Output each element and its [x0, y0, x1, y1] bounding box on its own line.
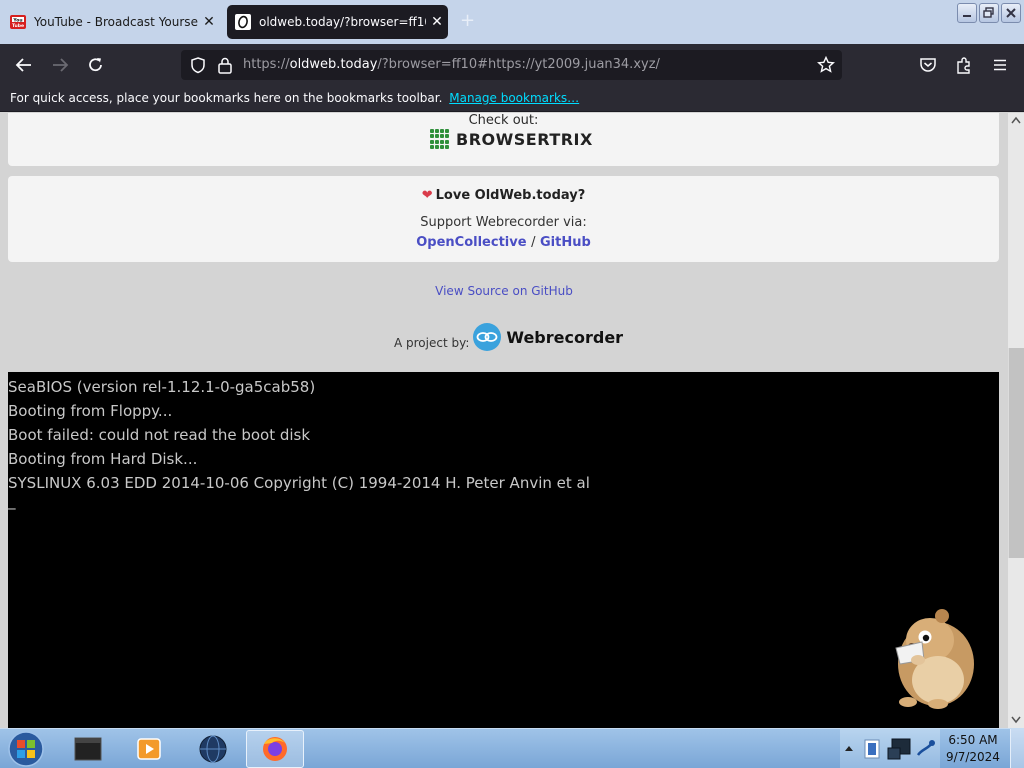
system-tray	[840, 729, 940, 768]
window-controls	[957, 3, 1021, 23]
taskbar: 6:50 AM 9/7/2024	[0, 728, 1024, 768]
project-by-label: A project by:	[394, 336, 470, 350]
love-text: Love OldWeb.today?	[435, 188, 586, 203]
taskbar-app-media-player[interactable]	[120, 730, 178, 768]
svg-text:You: You	[12, 17, 22, 23]
reload-button[interactable]	[83, 52, 109, 78]
shield-icon[interactable]	[189, 56, 207, 74]
tab-oldweb[interactable]: oldweb.today/?browser=ff10#https://yt200…	[227, 5, 448, 39]
project-by: A project by: Webrecorder	[394, 323, 623, 351]
oldweb-favicon-icon	[235, 14, 251, 30]
new-tab-button[interactable]: +	[460, 10, 475, 31]
webrecorder-logo-icon[interactable]	[473, 323, 502, 351]
puzzle-icon	[957, 57, 970, 74]
menu-button[interactable]	[987, 52, 1013, 78]
pocket-button[interactable]	[915, 52, 941, 78]
address-bar[interactable]: https://oldweb.today/?browser=ff10#https…	[181, 50, 842, 80]
show-desktop-button[interactable]	[1010, 729, 1024, 768]
support-text: Support Webrecorder via:	[420, 215, 587, 230]
taskbar-app-firefox[interactable]	[246, 730, 304, 768]
view-source-link[interactable]: View Source on GitHub	[0, 284, 1008, 298]
close-tab-icon[interactable]: ✕	[198, 14, 220, 30]
windows-orb-icon	[8, 731, 44, 767]
link-separator: /	[531, 235, 536, 250]
check-out-label: Check out:	[468, 113, 539, 128]
forward-button[interactable]	[47, 52, 73, 78]
globe-app-icon	[199, 735, 227, 763]
forward-arrow-icon	[53, 58, 69, 72]
url-path: /?browser=ff10#https://yt2009.juan34.xyz…	[377, 57, 660, 72]
page-content: Check out: BROWSERTRIX ❤ Love OldWeb.toda…	[0, 113, 1008, 728]
browsertrix-logo[interactable]: BROWSERTRIX	[430, 129, 593, 149]
github-link[interactable]: GitHub	[540, 235, 591, 250]
taskbar-app-globe[interactable]	[184, 730, 242, 768]
reload-icon	[89, 58, 102, 72]
support-links: OpenCollective / GitHub	[8, 235, 999, 250]
taskbar-clock[interactable]: 6:50 AM 9/7/2024	[940, 732, 1006, 766]
close-tab-icon[interactable]: ✕	[426, 14, 448, 30]
maximize-button[interactable]	[979, 3, 999, 23]
chain-link-icon	[476, 332, 498, 342]
pocket-icon	[920, 58, 936, 72]
tray-expand-arrow-icon[interactable]	[844, 743, 854, 753]
taskbar-app-terminal[interactable]	[60, 730, 118, 768]
terminal-app-icon	[74, 737, 102, 761]
love-heading: ❤ Love OldWeb.today?	[8, 188, 999, 203]
console-line: SYSLINUX 6.03 EDD 2014-10-06 Copyright (…	[8, 474, 590, 492]
close-icon	[1006, 8, 1016, 18]
svg-text:Tube: Tube	[12, 23, 24, 29]
hamburger-menu-icon	[994, 59, 1006, 71]
bookmarks-toolbar: For quick access, place your bookmarks h…	[0, 86, 1024, 112]
close-window-button[interactable]	[1001, 3, 1021, 23]
tab-bar: You Tube YouTube - Broadcast Yourself. ✕…	[0, 0, 1024, 44]
opencollective-link[interactable]: OpenCollective	[416, 235, 526, 250]
manage-bookmarks-link[interactable]: Manage bookmarks…	[449, 91, 579, 105]
bookmarks-hint: For quick access, place your bookmarks h…	[10, 91, 443, 105]
minimize-icon	[963, 15, 971, 17]
url-prefix: https://	[243, 57, 290, 72]
tab-title: YouTube - Broadcast Yourself.	[34, 15, 198, 29]
scroll-down-arrow-icon[interactable]	[1011, 716, 1021, 724]
youtube-favicon-icon: You Tube	[10, 15, 26, 29]
tab-youtube[interactable]: You Tube YouTube - Broadcast Yourself. ✕	[4, 5, 220, 39]
clock-time: 6:50 AM	[948, 733, 998, 747]
url-host: oldweb.today	[289, 57, 378, 72]
navigation-toolbar: https://oldweb.today/?browser=ff10#https…	[0, 44, 1024, 86]
support-card: ❤ Love OldWeb.today? Support Webrecorder …	[8, 176, 999, 262]
start-button[interactable]	[5, 730, 47, 768]
restore-icon	[983, 7, 994, 18]
notes-tray-icon[interactable]	[860, 737, 884, 761]
minimize-button[interactable]	[957, 3, 977, 23]
hamster-icon	[895, 609, 974, 709]
extensions-button[interactable]	[951, 52, 977, 78]
console-line: Boot failed: could not read the boot dis…	[8, 426, 311, 444]
console-line: Booting from Floppy...	[8, 402, 173, 420]
emulator-console[interactable]: SeaBIOS (version rel-1.12.1-0-ga5cab58) …	[8, 372, 999, 728]
browsertrix-card: Check out: BROWSERTRIX	[8, 113, 999, 166]
console-cursor: _	[8, 492, 16, 510]
bookmark-star-icon[interactable]	[817, 56, 835, 74]
back-arrow-icon	[15, 58, 31, 72]
network-monitor-icon[interactable]	[886, 737, 912, 761]
url-text[interactable]: https://oldweb.today/?browser=ff10#https…	[243, 57, 660, 72]
firefox-icon	[263, 737, 287, 761]
webrecorder-name[interactable]: Webrecorder	[506, 328, 623, 347]
console-line: SeaBIOS (version rel-1.12.1-0-ga5cab58)	[8, 378, 316, 396]
scrollbar-thumb[interactable]	[1008, 348, 1024, 558]
clock-date: 9/7/2024	[946, 750, 1000, 764]
browsertrix-grid-icon	[430, 129, 450, 149]
scroll-up-arrow-icon[interactable]	[1011, 116, 1021, 124]
lock-icon[interactable]	[217, 56, 233, 74]
media-player-icon	[137, 738, 161, 760]
console-line: Booting from Hard Disk...	[8, 450, 198, 468]
heart-icon: ❤	[421, 188, 433, 203]
tab-title: oldweb.today/?browser=ff10#https://yt200…	[259, 15, 426, 29]
network-tray-icon[interactable]	[914, 737, 936, 761]
back-button[interactable]	[11, 52, 37, 78]
browsertrix-name: BROWSERTRIX	[456, 129, 593, 149]
